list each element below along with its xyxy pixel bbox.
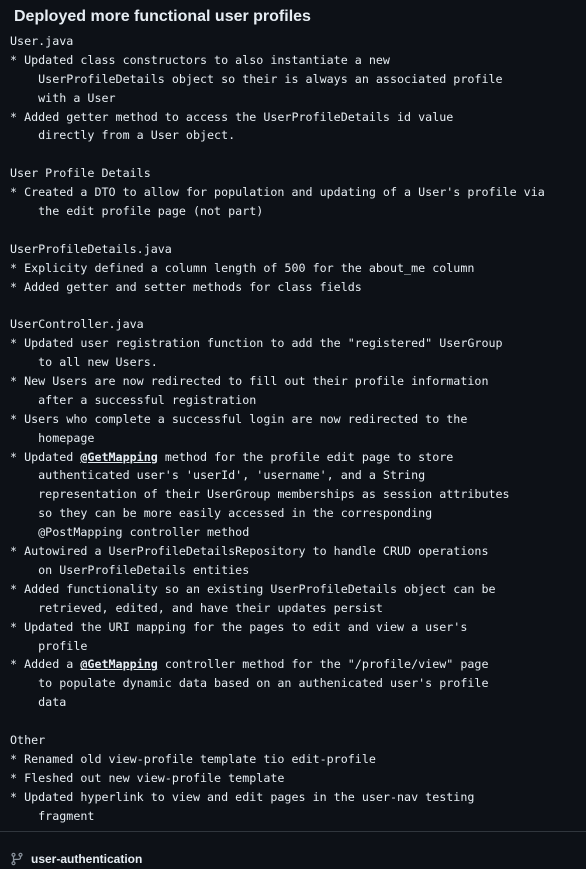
commit-body-line: * Added a @GetMapping controller method … bbox=[10, 655, 580, 674]
commit-message-panel: Deployed more functional user profiles U… bbox=[0, 0, 586, 869]
commit-description: User.java * Updated class constructors to… bbox=[10, 32, 580, 825]
commit-body-line: after a successful registration bbox=[10, 392, 257, 407]
commit-body-line: directly from a User object. bbox=[10, 128, 236, 143]
divider bbox=[0, 831, 586, 832]
commit-body-line bbox=[10, 712, 580, 731]
commit-body-line bbox=[10, 221, 580, 240]
commit-body-line: User.java bbox=[10, 34, 74, 48]
commit-body-line: to populate dynamic data based on an aut… bbox=[10, 676, 489, 691]
branch-link[interactable]: user-authentication bbox=[10, 849, 142, 869]
commit-body-line: representation of their UserGroup member… bbox=[10, 487, 510, 502]
user-mention-link[interactable]: @GetMapping bbox=[80, 657, 157, 671]
commit-body-line: UserProfileDetails.java bbox=[10, 241, 172, 256]
commit-body-line bbox=[10, 296, 580, 315]
commit-body-text: controller method for the "/profile/view… bbox=[157, 657, 489, 672]
commit-body-line: UserProfileDetails object so their is al… bbox=[10, 71, 503, 86]
commit-body-line: * Users who complete a successful login … bbox=[10, 411, 468, 426]
git-branch-icon bbox=[11, 852, 23, 866]
commit-body-line: * Updated the URI mapping for the pages … bbox=[10, 619, 468, 634]
commit-body-line: homepage bbox=[10, 430, 95, 445]
commit-body-line: * Renamed old view-profile template tio … bbox=[10, 751, 376, 766]
commit-body-line: * Fleshed out new view-profile template bbox=[10, 770, 285, 785]
commit-body-line: authenticated user's 'userId', 'username… bbox=[10, 468, 426, 483]
commit-title: Deployed more functional user profiles bbox=[14, 8, 311, 25]
commit-body-line: * Added getter and setter methods for cl… bbox=[10, 279, 362, 294]
commit-body-line: Other bbox=[10, 732, 46, 747]
commit-body-line bbox=[10, 145, 580, 164]
commit-body-text: * Updated bbox=[10, 449, 81, 464]
commit-body-line: data bbox=[10, 695, 67, 710]
commit-body-line: fragment bbox=[10, 808, 95, 823]
commit-body-line: the edit profile page (not part) bbox=[10, 204, 264, 219]
commit-body-line: * New Users are now redirected to fill o… bbox=[10, 374, 489, 389]
commit-body-line: with a User bbox=[10, 90, 116, 105]
commit-body-line: * Explicity defined a column length of 5… bbox=[10, 260, 475, 275]
commit-body-text: method for the profile edit page to stor… bbox=[157, 449, 454, 464]
user-mention-link[interactable]: @GetMapping bbox=[80, 450, 157, 464]
commit-body-line: on UserProfileDetails entities bbox=[10, 562, 250, 577]
commit-body-text: * Added a bbox=[10, 657, 81, 672]
commit-body-line: @PostMapping controller method bbox=[10, 525, 250, 540]
commit-body-line: * Created a DTO to allow for population … bbox=[10, 185, 545, 200]
commit-body-line: User Profile Details bbox=[10, 166, 151, 181]
commit-body-line: * Added functionality so an existing Use… bbox=[10, 581, 496, 596]
commit-body-line: * Updated @GetMapping method for the pro… bbox=[10, 448, 580, 467]
branch-name: user-authentication bbox=[31, 852, 143, 866]
commit-body-line: * Updated class constructors to also ins… bbox=[10, 52, 390, 67]
commit-body-line: so they can be more easily accessed in t… bbox=[10, 506, 433, 521]
commit-body-line: to all new Users. bbox=[10, 355, 158, 370]
commit-body-line: * Autowired a UserProfileDetailsReposito… bbox=[10, 544, 489, 559]
commit-body-line: * Updated user registration function to … bbox=[10, 336, 503, 351]
commit-body-line: profile bbox=[10, 638, 88, 653]
commit-body-line: UserController.java bbox=[10, 317, 144, 332]
commit-body-line: retrieved, edited, and have their update… bbox=[10, 600, 383, 615]
commit-body-line: * Updated hyperlink to view and edit pag… bbox=[10, 789, 475, 804]
commit-body-line: * Added getter method to access the User… bbox=[10, 109, 454, 124]
